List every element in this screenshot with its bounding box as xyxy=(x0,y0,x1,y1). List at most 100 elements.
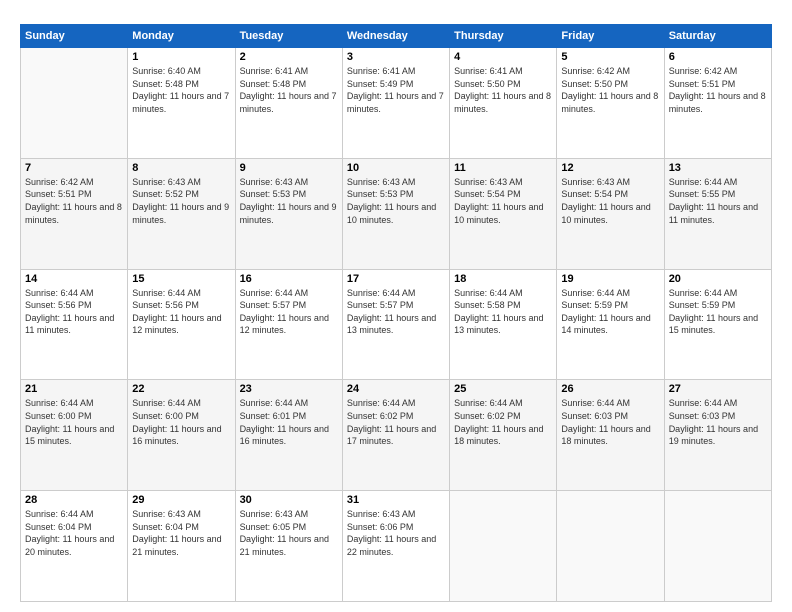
calendar-day-cell: 12 Sunrise: 6:43 AM Sunset: 5:54 PM Dayli… xyxy=(557,158,664,269)
day-number: 23 xyxy=(240,383,338,395)
calendar-table: SundayMondayTuesdayWednesdayThursdayFrid… xyxy=(20,24,772,602)
day-number: 15 xyxy=(132,273,230,285)
calendar-day-cell: 4 Sunrise: 6:41 AM Sunset: 5:50 PM Daylig… xyxy=(450,48,557,159)
day-info: Sunrise: 6:43 AM Sunset: 6:04 PM Dayligh… xyxy=(132,508,230,558)
calendar-day-cell: 15 Sunrise: 6:44 AM Sunset: 5:56 PM Dayli… xyxy=(128,269,235,380)
day-info: Sunrise: 6:44 AM Sunset: 5:57 PM Dayligh… xyxy=(240,287,338,337)
day-number: 22 xyxy=(132,383,230,395)
calendar-day-cell: 21Sunrise: 6:44 AM Sunset: 6:00 PM Dayli… xyxy=(21,380,128,491)
day-info: Sunrise: 6:43 AM Sunset: 5:53 PM Dayligh… xyxy=(240,176,338,226)
day-number: 10 xyxy=(347,162,445,174)
day-info: Sunrise: 6:44 AM Sunset: 6:04 PM Dayligh… xyxy=(25,508,123,558)
calendar-day-cell: 14 Sunrise: 6:44 AM Sunset: 5:56 PM Dayli… xyxy=(21,269,128,380)
calendar-day-cell: 22 Sunrise: 6:44 AM Sunset: 6:00 PM Dayli… xyxy=(128,380,235,491)
day-number: 2 xyxy=(240,51,338,63)
calendar-day-cell: 24 Sunrise: 6:44 AM Sunset: 6:02 PM Dayli… xyxy=(342,380,449,491)
calendar-day-cell: 16 Sunrise: 6:44 AM Sunset: 5:57 PM Dayli… xyxy=(235,269,342,380)
day-number: 5 xyxy=(561,51,659,63)
calendar-header-row: SundayMondayTuesdayWednesdayThursdayFrid… xyxy=(21,25,772,48)
calendar-day-cell xyxy=(450,491,557,602)
page: General Blue SundayMondayTuesdayWednesda… xyxy=(0,0,792,612)
calendar-week-row: 28 Sunrise: 6:44 AM Sunset: 6:04 PM Dayli… xyxy=(21,491,772,602)
calendar-day-cell: 27 Sunrise: 6:44 AM Sunset: 6:03 PM Dayli… xyxy=(664,380,771,491)
calendar-day-cell: 8 Sunrise: 6:43 AM Sunset: 5:52 PM Daylig… xyxy=(128,158,235,269)
day-number: 9 xyxy=(240,162,338,174)
day-info: Sunrise: 6:42 AM Sunset: 5:51 PM Dayligh… xyxy=(669,65,767,115)
calendar-day-cell: 30 Sunrise: 6:43 AM Sunset: 6:05 PM Dayli… xyxy=(235,491,342,602)
day-info: Sunrise: 6:44 AM Sunset: 6:01 PM Dayligh… xyxy=(240,397,338,447)
day-number: 8 xyxy=(132,162,230,174)
day-of-week-header: Thursday xyxy=(450,25,557,48)
day-number: 13 xyxy=(669,162,767,174)
calendar-day-cell xyxy=(664,491,771,602)
day-number: 3 xyxy=(347,51,445,63)
day-info: Sunrise: 6:44 AM Sunset: 5:58 PM Dayligh… xyxy=(454,287,552,337)
day-number: 17 xyxy=(347,273,445,285)
calendar-day-cell: 5 Sunrise: 6:42 AM Sunset: 5:50 PM Daylig… xyxy=(557,48,664,159)
day-number: 19 xyxy=(561,273,659,285)
calendar-day-cell: 28 Sunrise: 6:44 AM Sunset: 6:04 PM Dayli… xyxy=(21,491,128,602)
day-info: Sunrise: 6:44 AM Sunset: 5:56 PM Dayligh… xyxy=(132,287,230,337)
day-info: Sunrise: 6:41 AM Sunset: 5:48 PM Dayligh… xyxy=(240,65,338,115)
day-number: 18 xyxy=(454,273,552,285)
calendar-day-cell: 19Sunrise: 6:44 AM Sunset: 5:59 PM Dayli… xyxy=(557,269,664,380)
day-number: 29 xyxy=(132,494,230,506)
day-number: 24 xyxy=(347,383,445,395)
day-number: 30 xyxy=(240,494,338,506)
day-info: Sunrise: 6:43 AM Sunset: 6:06 PM Dayligh… xyxy=(347,508,445,558)
day-number: 31 xyxy=(347,494,445,506)
day-info: Sunrise: 6:44 AM Sunset: 5:59 PM Dayligh… xyxy=(669,287,767,337)
calendar-week-row: 1Sunrise: 6:40 AM Sunset: 5:48 PM Daylig… xyxy=(21,48,772,159)
day-number: 16 xyxy=(240,273,338,285)
day-info: Sunrise: 6:41 AM Sunset: 5:50 PM Dayligh… xyxy=(454,65,552,115)
day-of-week-header: Saturday xyxy=(664,25,771,48)
day-of-week-header: Friday xyxy=(557,25,664,48)
day-number: 4 xyxy=(454,51,552,63)
calendar-day-cell: 25 Sunrise: 6:44 AM Sunset: 6:02 PM Dayli… xyxy=(450,380,557,491)
day-number: 21 xyxy=(25,383,123,395)
calendar-day-cell: 7 Sunrise: 6:42 AM Sunset: 5:51 PM Daylig… xyxy=(21,158,128,269)
calendar-day-cell: 18 Sunrise: 6:44 AM Sunset: 5:58 PM Dayli… xyxy=(450,269,557,380)
day-info: Sunrise: 6:43 AM Sunset: 6:05 PM Dayligh… xyxy=(240,508,338,558)
calendar-week-row: 21 Sunrise: 6:44 AM Sunset: 6:00 PM Dayli… xyxy=(21,380,772,491)
day-number: 12 xyxy=(561,162,659,174)
day-number: 28 xyxy=(25,494,123,506)
day-number: 25 xyxy=(454,383,552,395)
day-number: 11 xyxy=(454,162,552,174)
day-info: Sunrise: 6:44 AM Sunset: 5:55 PM Dayligh… xyxy=(669,176,767,226)
day-info: Sunrise: 6:41 AM Sunset: 5:49 PM Dayligh… xyxy=(347,65,445,115)
day-info: Sunrise: 6:44 AM Sunset: 5:57 PM Dayligh… xyxy=(347,287,445,337)
calendar-day-cell: 9 Sunrise: 6:43 AM Sunset: 5:53 PM Daylig… xyxy=(235,158,342,269)
day-info: Sunrise: 6:42 AM Sunset: 5:51 PM Dayligh… xyxy=(25,176,123,226)
calendar-day-cell: 1Sunrise: 6:40 AM Sunset: 5:48 PM Daylig… xyxy=(128,48,235,159)
day-info: Sunrise: 6:44 AM Sunset: 6:00 PM Dayligh… xyxy=(132,397,230,447)
calendar-day-cell: 3 Sunrise: 6:41 AM Sunset: 5:49 PM Daylig… xyxy=(342,48,449,159)
day-number: 26 xyxy=(561,383,659,395)
day-info: Sunrise: 6:43 AM Sunset: 5:53 PM Dayligh… xyxy=(347,176,445,226)
calendar-day-cell: 10 Sunrise: 6:43 AM Sunset: 5:53 PM Dayli… xyxy=(342,158,449,269)
calendar-day-cell: 20 Sunrise: 6:44 AM Sunset: 5:59 PM Dayli… xyxy=(664,269,771,380)
day-info: Sunrise: 6:44 AM Sunset: 6:03 PM Dayligh… xyxy=(561,397,659,447)
day-info: Sunrise: 6:43 AM Sunset: 5:54 PM Dayligh… xyxy=(454,176,552,226)
calendar-day-cell: 23 Sunrise: 6:44 AM Sunset: 6:01 PM Dayli… xyxy=(235,380,342,491)
calendar-week-row: 14 Sunrise: 6:44 AM Sunset: 5:56 PM Dayli… xyxy=(21,269,772,380)
calendar-day-cell xyxy=(557,491,664,602)
day-number: 1 xyxy=(132,51,230,63)
day-of-week-header: Tuesday xyxy=(235,25,342,48)
calendar-day-cell xyxy=(21,48,128,159)
calendar-day-cell: 11 Sunrise: 6:43 AM Sunset: 5:54 PM Dayli… xyxy=(450,158,557,269)
day-info: Sunrise: 6:44 AM Sunset: 6:03 PM Dayligh… xyxy=(669,397,767,447)
day-number: 27 xyxy=(669,383,767,395)
calendar-day-cell: 13 Sunrise: 6:44 AM Sunset: 5:55 PM Dayli… xyxy=(664,158,771,269)
calendar-day-cell: 6Sunrise: 6:42 AM Sunset: 5:51 PM Daylig… xyxy=(664,48,771,159)
day-info: Sunrise: 6:44 AM Sunset: 6:02 PM Dayligh… xyxy=(347,397,445,447)
day-number: 20 xyxy=(669,273,767,285)
day-info: Sunrise: 6:44 AM Sunset: 5:56 PM Dayligh… xyxy=(25,287,123,337)
day-of-week-header: Wednesday xyxy=(342,25,449,48)
day-info: Sunrise: 6:43 AM Sunset: 5:52 PM Dayligh… xyxy=(132,176,230,226)
day-info: Sunrise: 6:44 AM Sunset: 6:02 PM Dayligh… xyxy=(454,397,552,447)
day-number: 7 xyxy=(25,162,123,174)
day-info: Sunrise: 6:43 AM Sunset: 5:54 PM Dayligh… xyxy=(561,176,659,226)
day-number: 14 xyxy=(25,273,123,285)
day-info: Sunrise: 6:42 AM Sunset: 5:50 PM Dayligh… xyxy=(561,65,659,115)
